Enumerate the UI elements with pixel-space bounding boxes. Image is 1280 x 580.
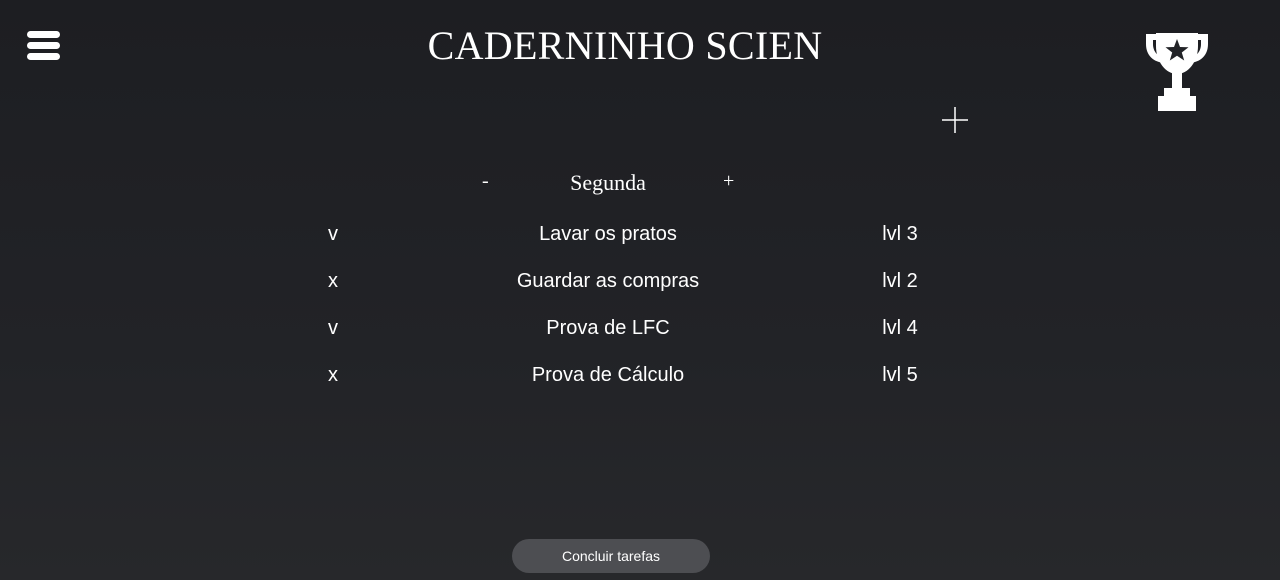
- trophy-icon: [1146, 33, 1208, 111]
- day-navigator: - Segunda +: [0, 168, 1280, 200]
- trophy-button[interactable]: [1144, 30, 1210, 114]
- task-level: lvl 2: [882, 270, 918, 292]
- add-task-button[interactable]: [940, 105, 970, 135]
- task-name: Prova de Cálculo: [531, 364, 685, 386]
- task-level: lvl 5: [882, 364, 918, 386]
- app-title: CADERNINHO SCIEN: [427, 23, 823, 68]
- task-name: Guardar as compras: [516, 270, 700, 292]
- task-level: lvl 3: [882, 223, 918, 245]
- task-name: Prova de LFC: [546, 317, 670, 339]
- task-row: v Prova de LFC lvl 4: [0, 314, 1280, 361]
- task-name: Lavar os pratos: [539, 223, 677, 245]
- task-row: v Lavar os pratos lvl 3: [0, 220, 1280, 267]
- task-status-toggle[interactable]: x: [318, 364, 348, 387]
- conclude-tasks-button[interactable]: Concluir tarefas: [512, 539, 710, 573]
- previous-day-button[interactable]: -: [482, 170, 489, 193]
- task-status-toggle[interactable]: v: [318, 317, 348, 340]
- task-row: x Guardar as compras lvl 2: [0, 267, 1280, 314]
- task-list: v Lavar os pratos lvl 3 x Guardar as com…: [0, 220, 1280, 408]
- day-label: Segunda: [570, 170, 646, 195]
- task-row: x Prova de Cálculo lvl 5: [0, 361, 1280, 408]
- plus-icon: [942, 107, 968, 133]
- next-day-button[interactable]: +: [723, 170, 734, 193]
- task-status-toggle[interactable]: x: [318, 270, 348, 293]
- task-level: lvl 4: [882, 317, 918, 339]
- task-status-toggle[interactable]: v: [318, 223, 348, 246]
